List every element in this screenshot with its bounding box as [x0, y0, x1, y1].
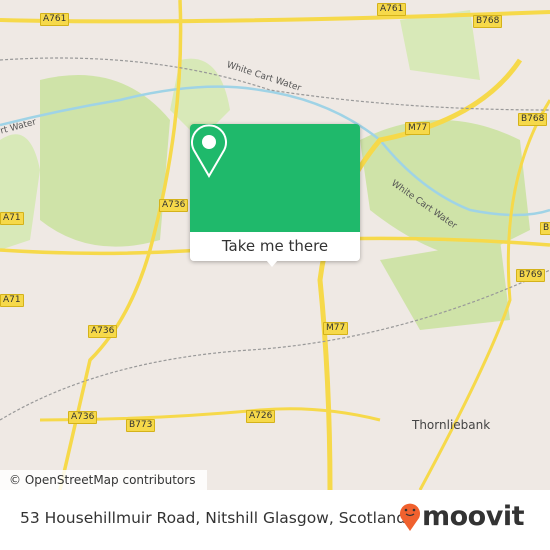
take-me-there-button[interactable]: Take me there	[190, 232, 360, 261]
road-shield: B768	[473, 15, 503, 28]
moovit-pin-icon	[400, 503, 420, 531]
moovit-logo: moovit	[398, 500, 525, 532]
road-shield: A761	[40, 13, 70, 26]
road-shield: A726	[246, 410, 276, 423]
map[interactable]: A761 A761 B768 B768 M77 A736 A736 A736 B…	[0, 0, 550, 490]
road-shield: A71	[0, 212, 24, 225]
road-shield: B769	[516, 269, 546, 282]
road-shield: A736	[159, 199, 189, 212]
footer-bar: 53 Househillmuir Road, Nitshill Glasgow,…	[0, 490, 550, 550]
map-pin-icon	[191, 124, 227, 178]
popup-header	[190, 124, 360, 232]
osm-attribution[interactable]: © OpenStreetMap contributors	[0, 470, 208, 490]
road-shield: M77	[405, 122, 431, 135]
road-shield: A736	[88, 325, 118, 338]
road-shield: A71	[0, 294, 24, 307]
road-shield: B768	[518, 113, 548, 126]
destination-popup: Take me there	[190, 124, 360, 261]
popup-pointer	[266, 260, 278, 267]
road-shield: A736	[68, 411, 98, 424]
road-shield: B773	[126, 419, 156, 432]
address-text: 53 Househillmuir Road, Nitshill Glasgow,…	[20, 509, 407, 527]
road-shield: M77	[323, 322, 349, 335]
brand-name: moovit	[422, 500, 525, 532]
road-shield: B	[540, 222, 550, 235]
place-label: Thornliebank	[412, 418, 491, 432]
road-shield: A761	[377, 3, 407, 16]
